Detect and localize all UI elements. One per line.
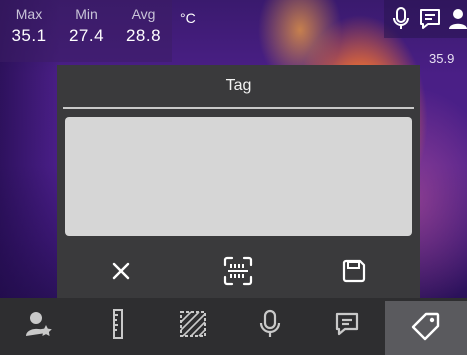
save-button[interactable]: [336, 255, 372, 291]
comment-icon: [418, 7, 442, 31]
microphone-icon: [390, 6, 412, 32]
temperature-unit: °C: [180, 10, 196, 26]
toolbar-tag-button[interactable]: [385, 301, 467, 355]
toolbar-measure-button[interactable]: [77, 298, 154, 355]
bottom-toolbar: [0, 298, 467, 355]
divider: [63, 107, 414, 109]
min-label: Min: [75, 6, 98, 22]
tag-dialog: Tag: [57, 65, 420, 301]
dialog-actions: [57, 243, 420, 301]
tag-icon: [411, 311, 441, 346]
avg-label: Avg: [131, 6, 156, 22]
max-value: 35.1: [11, 26, 47, 45]
barcode-scan-icon: [222, 255, 254, 292]
toolbar-voice-button[interactable]: [231, 298, 308, 355]
close-icon: [111, 261, 131, 286]
dialog-title: Tag: [225, 77, 252, 94]
scan-barcode-button[interactable]: [220, 255, 256, 291]
microphone-icon: [258, 309, 282, 344]
toolbar-user-button[interactable]: [0, 298, 77, 355]
toolbar-note-button[interactable]: [308, 298, 385, 355]
status-icons: [384, 0, 467, 38]
user-icon: [448, 7, 467, 31]
max-label: Max: [15, 6, 43, 22]
avg-value: 28.8: [125, 26, 162, 45]
toolbar-area-button[interactable]: [154, 298, 231, 355]
comment-icon: [334, 311, 360, 342]
scale-max-value: 35.9: [429, 51, 455, 66]
cancel-button[interactable]: [103, 255, 139, 291]
area-hatch-icon: [178, 309, 208, 344]
user-star-icon: [25, 310, 53, 343]
min-value: 27.4: [68, 26, 105, 45]
tag-input[interactable]: [65, 117, 412, 236]
ruler-icon: [107, 309, 125, 344]
save-icon: [341, 258, 367, 289]
temperature-stats: Max Min Avg 35.1 27.4 28.8: [0, 0, 172, 62]
